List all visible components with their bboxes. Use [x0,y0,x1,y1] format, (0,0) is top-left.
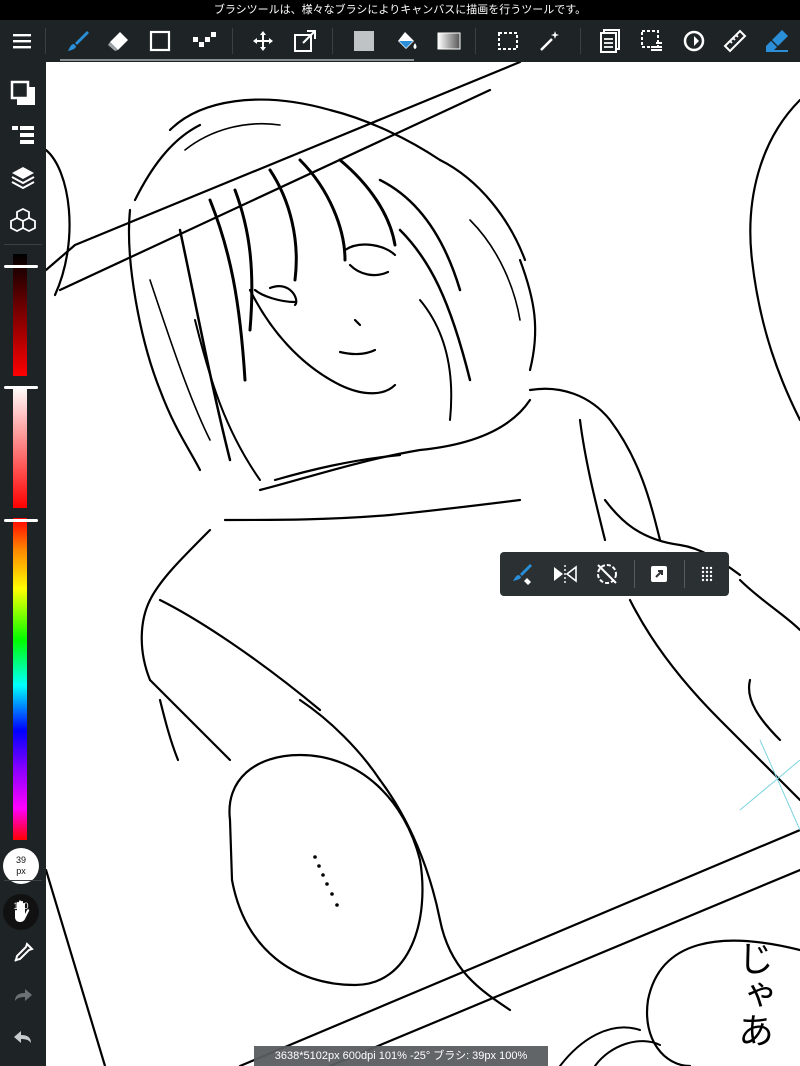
material-icon[interactable] [592,20,628,62]
brush-size-value: 39 [15,855,26,865]
saturation-handle[interactable] [4,386,38,389]
hue-bar[interactable] [13,518,27,840]
brush-tool-icon[interactable] [60,20,96,62]
speech-text: じゃあ [732,940,773,1048]
drag-handle-icon[interactable] [692,552,722,596]
hand-icon[interactable] [0,896,46,926]
brush-eraser-toggle-icon[interactable] [506,552,540,596]
rotate-icon[interactable] [676,20,712,62]
brightness-bar[interactable] [13,254,27,376]
select-layer-icon[interactable] [634,20,670,62]
bucket-tool-icon[interactable] [389,20,425,62]
filter-icon[interactable] [758,20,796,62]
canvas-status-bar: 3638*5102px 600dpi 101% -25° ブラシ: 39px 1… [254,1046,548,1066]
magic-wand-icon[interactable] [532,20,568,62]
layers-icon[interactable] [0,162,46,194]
toolbar-scroll-indicator [60,59,414,61]
fullscreen-icon[interactable] [642,552,676,596]
hue-handle[interactable] [4,519,38,522]
command-bar [500,552,729,596]
flip-horizontal-icon[interactable] [548,552,582,596]
fill-color-icon[interactable] [346,20,382,62]
redo-icon[interactable] [0,980,46,1010]
color-swatch-icon[interactable] [0,78,46,108]
move-tool-icon[interactable] [245,20,281,62]
brightness-handle[interactable] [4,265,38,268]
select-tool-icon[interactable] [490,20,526,62]
eraser-tool-icon[interactable] [100,20,136,62]
transform-tool-icon[interactable] [287,20,323,62]
ruler-icon[interactable] [717,20,753,62]
shape-tool-icon[interactable] [142,20,178,62]
tool-help-bar: ブラシツールは、様々なブラシによりキャンバスに描画を行うツールです。 [0,0,800,20]
saturation-bar[interactable] [13,386,27,508]
brush-size-unit: px [16,866,26,876]
layer-list-icon[interactable] [0,120,46,150]
gradient-tool-icon[interactable] [430,20,468,62]
eyedropper-icon[interactable] [0,938,46,968]
menu-icon[interactable] [4,20,40,62]
dot-tool-icon[interactable] [186,20,222,62]
brush-size-button[interactable]: 39 px [3,848,39,884]
reset-rotation-icon[interactable] [590,552,624,596]
undo-icon[interactable] [0,1022,46,1052]
left-sidebar: 39 px 100 % [0,62,46,1066]
top-toolbar [0,20,800,62]
materials-cube-icon[interactable] [0,205,46,237]
